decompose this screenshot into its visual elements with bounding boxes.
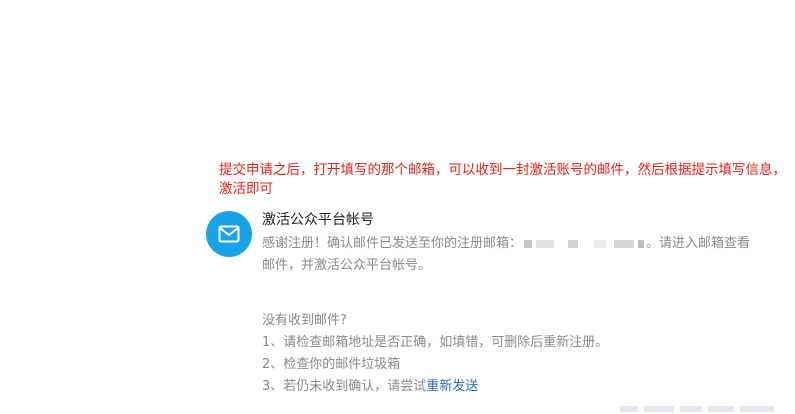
resend-link[interactable]: 重新发送 [426, 379, 478, 394]
envelope-icon [218, 225, 240, 243]
instruction-note: 提交申请之后，打开填写的那个邮箱，可以收到一封激活账号的邮件，然后根据提示填写信… [219, 161, 795, 199]
watermark-mark [620, 406, 638, 412]
description-line2: 邮件，并激活公众平台帐号。 [262, 258, 432, 273]
notification-description: 感谢注册！确认邮件已发送至你的注册邮箱： 。请进入邮箱查看 邮件，并激活公众平台帐… [262, 233, 795, 277]
description-suffix: 。请进入邮箱查看 [646, 236, 751, 251]
help-section: 没有收到邮件? 1、请检查邮箱地址是否正确，如填错，可删除后重新注册。 2、检查… [262, 310, 608, 398]
notification-title: 激活公众平台帐号 [262, 212, 374, 228]
redacted-email-part [536, 239, 555, 248]
help-item-2: 2、检查你的邮件垃圾箱 [262, 357, 401, 372]
help-item-1: 1、请检查邮箱地址是否正确，如填错，可删除后重新注册。 [262, 335, 609, 350]
redacted-email-part [638, 239, 645, 248]
redacted-email-part [568, 239, 579, 248]
help-item-3-text: 3、若仍未收到确认，请尝试 [262, 379, 427, 394]
mail-icon [206, 211, 252, 257]
redacted-email-part [614, 239, 635, 248]
instruction-note-line2: 激活即可 [219, 181, 273, 197]
watermark-mark [644, 406, 674, 412]
description-prefix: 感谢注册！确认邮件已发送至你的注册邮箱： [262, 236, 523, 251]
help-item-3: 3、若仍未收到确认，请尝试重新发送 [262, 376, 608, 398]
watermark-mark [740, 406, 774, 412]
watermark [620, 404, 795, 414]
redacted-email-part [594, 239, 607, 248]
help-heading: 没有收到邮件? [262, 313, 347, 328]
watermark-mark [708, 406, 734, 412]
watermark-mark [680, 406, 702, 412]
redacted-email [524, 239, 533, 248]
instruction-note-line1: 提交申请之后，打开填写的那个邮箱，可以收到一封激活账号的邮件，然后根据提示填写信… [219, 162, 786, 178]
